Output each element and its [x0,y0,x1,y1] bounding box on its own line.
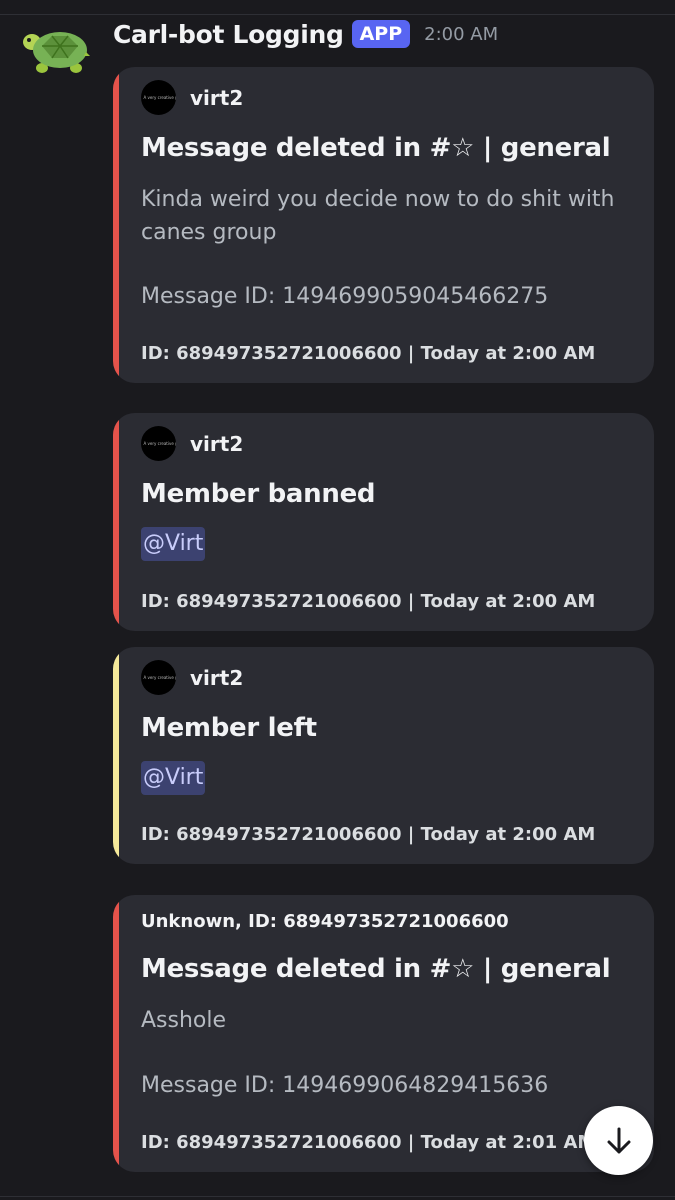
embed-message-deleted: Unknown, ID: 689497352721006600 Message … [113,895,654,1172]
embed-footer: ID: 689497352721006600 | Today at 2:00 A… [141,591,596,612]
scroll-to-bottom-button[interactable] [584,1106,653,1175]
app-badge: APP [351,20,411,48]
embed-accent-bar [113,895,119,1172]
embed-author: Unknown, ID: 689497352721006600 [141,911,509,932]
embed-author-name[interactable]: Unknown, ID: 689497352721006600 [141,911,509,932]
arrow-down-icon [607,1127,630,1153]
message-id: Message ID: 1494699059045466275 [141,284,549,309]
embed-author: A very creative pfp virt2 [141,660,243,695]
user-mention[interactable]: @Virt [141,761,206,795]
message-header: Carl-bot Logging APP 2:00 AM [113,16,498,52]
embed-footer: ID: 689497352721006600 | Today at 2:00 A… [141,343,596,364]
embed-title: Message deleted in #☆ | general [141,133,611,163]
embed-description: Kinda weird you decide now to do shit wi… [141,187,615,245]
embed-author-avatar[interactable]: A very creative pfp [141,80,176,115]
message-id: Message ID: 1494699064829415636 [141,1073,549,1098]
embed-author-name[interactable]: virt2 [190,86,243,110]
embed-title: Member left [141,713,317,743]
message-timestamp: 2:00 AM [424,23,499,45]
embed-title: Message deleted in #☆ | general [141,954,611,984]
embed-member-banned: A very creative pfp virt2 Member banned … [113,413,654,631]
embed-footer: ID: 689497352721006600 | Today at 2:00 A… [141,824,596,845]
user-mention[interactable]: @Virt [141,527,206,561]
embed-author-avatar[interactable]: A very creative pfp [141,660,176,695]
embed-author-name[interactable]: virt2 [190,666,243,690]
embed-author-name[interactable]: virt2 [190,432,243,456]
embed-author-avatar[interactable]: A very creative pfp [141,426,176,461]
embed-footer: ID: 689497352721006600 | Today at 2:01 A… [141,1132,596,1153]
embed-title: Member banned [141,479,376,509]
embed-accent-bar [113,413,119,631]
embed-author: A very creative pfp virt2 [141,426,243,461]
divider [0,1196,675,1197]
embed-1-content: A very creative pfp virt2 Message delete… [113,67,654,383]
embed-author: A very creative pfp virt2 [141,80,243,115]
embed-member-left: A very creative pfp virt2 Member left @V… [113,647,654,864]
embed-accent-bar [113,647,119,864]
embed-description: Asshole [141,1008,227,1033]
divider [0,14,675,15]
chat-screen: Carl-bot Logging APP 2:00 AM A very crea… [0,0,675,1200]
turtle-icon[interactable] [22,24,92,74]
author-name[interactable]: Carl-bot Logging [113,20,344,49]
